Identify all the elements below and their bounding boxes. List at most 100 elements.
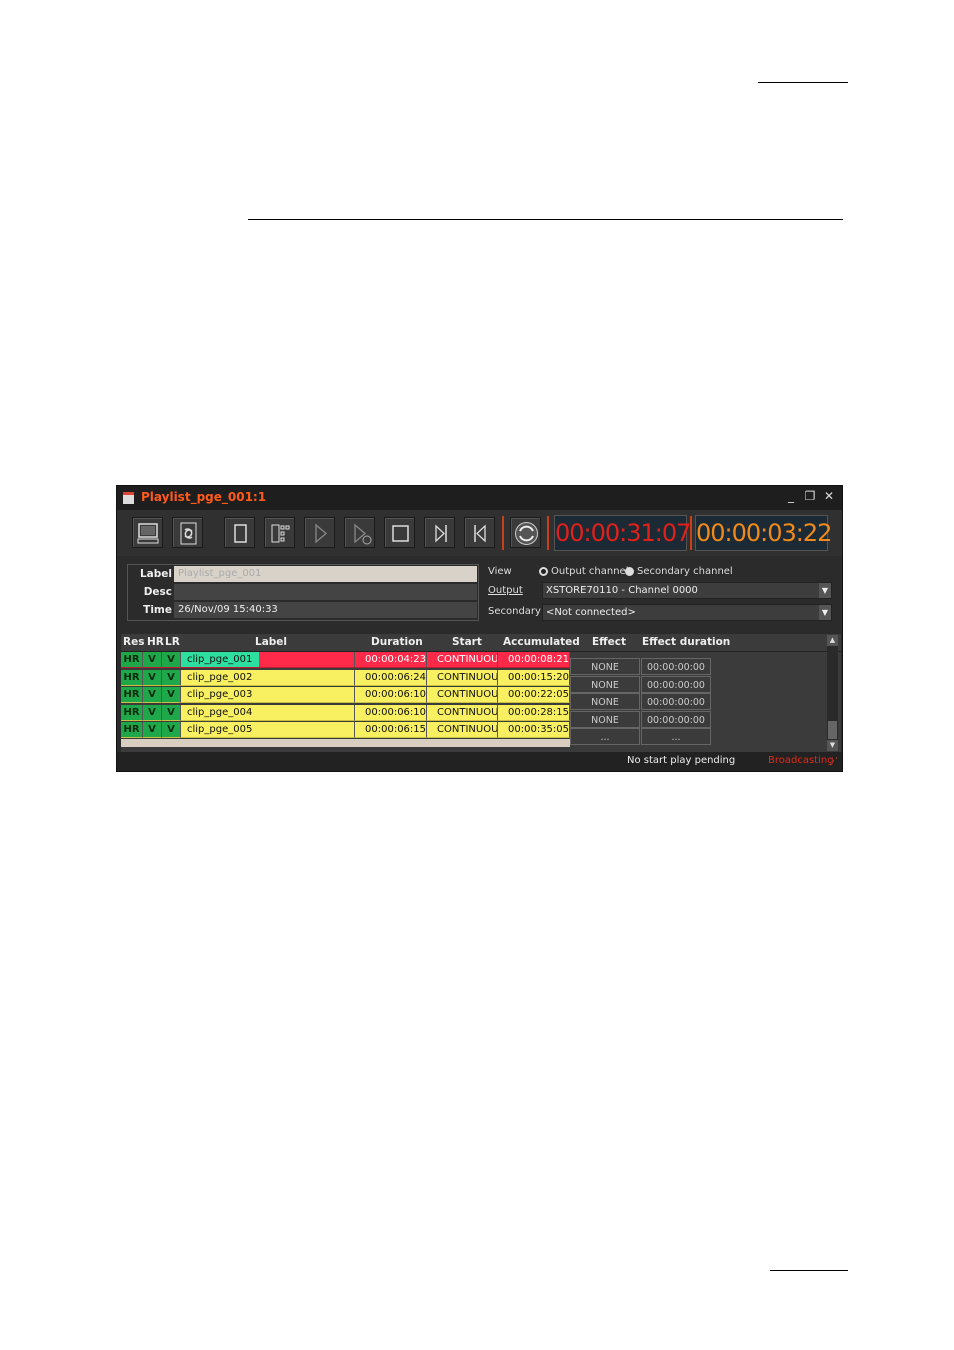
cell-label: clip_pge_001: [181, 652, 355, 668]
skip-previous-icon: [474, 524, 486, 543]
cell-accumulated: 00:00:08:21: [498, 652, 570, 668]
cell-start: CONTINUOUS: [427, 669, 498, 686]
effect-duration-cell: 00:00:00:00: [641, 658, 711, 675]
empty-row: [121, 739, 570, 747]
scroll-thumb[interactable]: [828, 721, 837, 739]
secondary-channel-radio[interactable]: [625, 567, 634, 576]
refresh-button[interactable]: [172, 517, 203, 548]
window-title: Playlist_pge_001:1: [141, 490, 267, 504]
cell-accumulated: 00:00:15:20: [498, 669, 570, 686]
cell-duration: 00:00:06:15: [355, 722, 427, 739]
page-button[interactable]: [224, 517, 255, 548]
cell-lr: V: [162, 722, 181, 739]
maximize-button[interactable]: ❐: [803, 489, 817, 503]
effect-duration-cell: ...: [641, 728, 711, 746]
column-header-hr[interactable]: HR: [147, 636, 164, 648]
vertical-scrollbar[interactable]: ▲ ▼: [827, 635, 838, 751]
broadcast-status: Broadcasting: [768, 755, 834, 766]
cell-lr: V: [162, 687, 181, 704]
stop-button[interactable]: [384, 517, 415, 548]
effect-effect-cell: NONE: [570, 693, 640, 711]
clip-list-icon: [271, 524, 290, 543]
effect-effect-cell: ...: [570, 728, 640, 746]
secondary-channel-option[interactable]: Secondary channel: [637, 566, 733, 577]
toolbar-separator: [547, 516, 549, 550]
play-button[interactable]: [304, 517, 335, 548]
desc-caption: Desc: [143, 586, 172, 598]
cell-label: clip_pge_003: [181, 687, 355, 704]
cell-duration: 00:00:04:23: [355, 652, 427, 668]
close-button[interactable]: ✕: [822, 489, 836, 503]
column-header-effect-duration[interactable]: Effect duration: [642, 636, 730, 648]
playlist-info-panel: Label Playlist_pge_001 Desc Time 26/Nov/…: [127, 564, 479, 621]
effect-effect-cell: NONE: [570, 710, 640, 728]
cell-accumulated: 00:00:22:05: [498, 687, 570, 704]
timed-play-button[interactable]: [344, 517, 375, 548]
chevron-down-icon[interactable]: ▼: [819, 583, 831, 598]
cell-duration: 00:00:06:10: [355, 687, 427, 704]
scroll-up-icon[interactable]: ▲: [827, 635, 838, 646]
toolbar-separator: [502, 516, 504, 550]
monitor-icon: [137, 523, 159, 544]
cell-start: CONTINUOUS: [427, 687, 498, 704]
table-row[interactable]: HR V Vclip_pge_002 00:00:06:24 CONTINUOUS 00:…: [121, 669, 570, 687]
effect-duration-cell: 00:00:00:00: [641, 675, 711, 693]
time-field: 26/Nov/09 15:40:33: [174, 602, 477, 618]
column-header-label[interactable]: Label: [255, 636, 287, 648]
cell-res: HR: [121, 669, 143, 686]
secondary-select[interactable]: <Not connected> ▼: [542, 604, 832, 621]
cell-duration: 00:00:06:24: [355, 669, 427, 686]
column-header-lr[interactable]: LR: [165, 636, 180, 648]
output-channel-radio[interactable]: [539, 567, 548, 576]
cell-res: HR: [121, 704, 143, 721]
column-header-effect[interactable]: Effect: [592, 636, 626, 648]
sync-button[interactable]: [510, 517, 541, 548]
output-select[interactable]: XSTORE70110 - Channel 0000 ▼: [542, 582, 832, 599]
desc-field[interactable]: [174, 584, 477, 600]
toolbar-separator: [690, 516, 692, 550]
chevron-down-icon[interactable]: ▼: [819, 605, 831, 620]
output-channel-option[interactable]: Output channel: [551, 566, 629, 577]
cell-hr: V: [143, 652, 162, 668]
play-icon: [315, 523, 328, 544]
playlist-icon: [123, 492, 134, 504]
monitor-button[interactable]: [132, 517, 163, 548]
playlist-window: Playlist_pge_001:1 _ ❐ ✕ 00:00:31:07 00:…: [116, 485, 843, 772]
label-caption: Label: [139, 568, 172, 580]
table-row[interactable]: HR V Vclip_pge_004 00:00:06:10 CONTINUOUS 00:…: [121, 704, 570, 722]
minimize-button[interactable]: _: [784, 489, 798, 503]
cell-res: HR: [121, 722, 143, 739]
cell-lr: V: [162, 669, 181, 686]
cell-duration: 00:00:06:10: [355, 704, 427, 721]
column-header-duration[interactable]: Duration: [371, 636, 423, 648]
skip-previous-button[interactable]: [464, 517, 495, 548]
cell-start: CONTINUOUS: [427, 722, 498, 739]
cell-hr: V: [143, 669, 162, 686]
scroll-down-icon[interactable]: ▼: [827, 740, 838, 751]
effect-duration-cell: 00:00:00:00: [641, 710, 711, 728]
column-header-accumulated[interactable]: Accumulated: [503, 636, 580, 648]
resize-grip-icon[interactable]: ⋰: [829, 757, 838, 767]
cell-lr: V: [162, 704, 181, 721]
column-header-res[interactable]: Res: [123, 636, 144, 648]
cell-start: CONTINUOUS: [427, 652, 498, 668]
effect-effect-cell: NONE: [570, 658, 640, 675]
footer-rule: [770, 1270, 848, 1271]
output-label: Output: [488, 585, 523, 596]
table-row[interactable]: HR V Vclip_pge_005 00:00:06:15 CONTINUOUS 00:…: [121, 722, 570, 739]
cell-label: clip_pge_005: [181, 722, 355, 739]
column-header-start[interactable]: Start: [452, 636, 482, 648]
table-row[interactable]: HR V Vclip_pge_001 00:00:04:23 CONTINUOUS 00:…: [121, 652, 570, 669]
view-label: View: [488, 566, 512, 577]
secondary-label: Secondary: [488, 606, 541, 617]
status-message: No start play pending: [627, 755, 736, 766]
label-field[interactable]: Playlist_pge_001: [174, 566, 477, 582]
clip-list-button[interactable]: [264, 517, 295, 548]
title-bar[interactable]: Playlist_pge_001:1 _ ❐ ✕: [117, 486, 842, 510]
skip-next-button[interactable]: [424, 517, 455, 548]
output-select-value: XSTORE70110 - Channel 0000: [546, 585, 698, 596]
table-row[interactable]: HR V Vclip_pge_003 00:00:06:10 CONTINUOUS 00:…: [121, 687, 570, 704]
cell-res: HR: [121, 652, 143, 668]
secondary-select-value: <Not connected>: [546, 607, 636, 618]
header-rule-long: [248, 219, 843, 220]
